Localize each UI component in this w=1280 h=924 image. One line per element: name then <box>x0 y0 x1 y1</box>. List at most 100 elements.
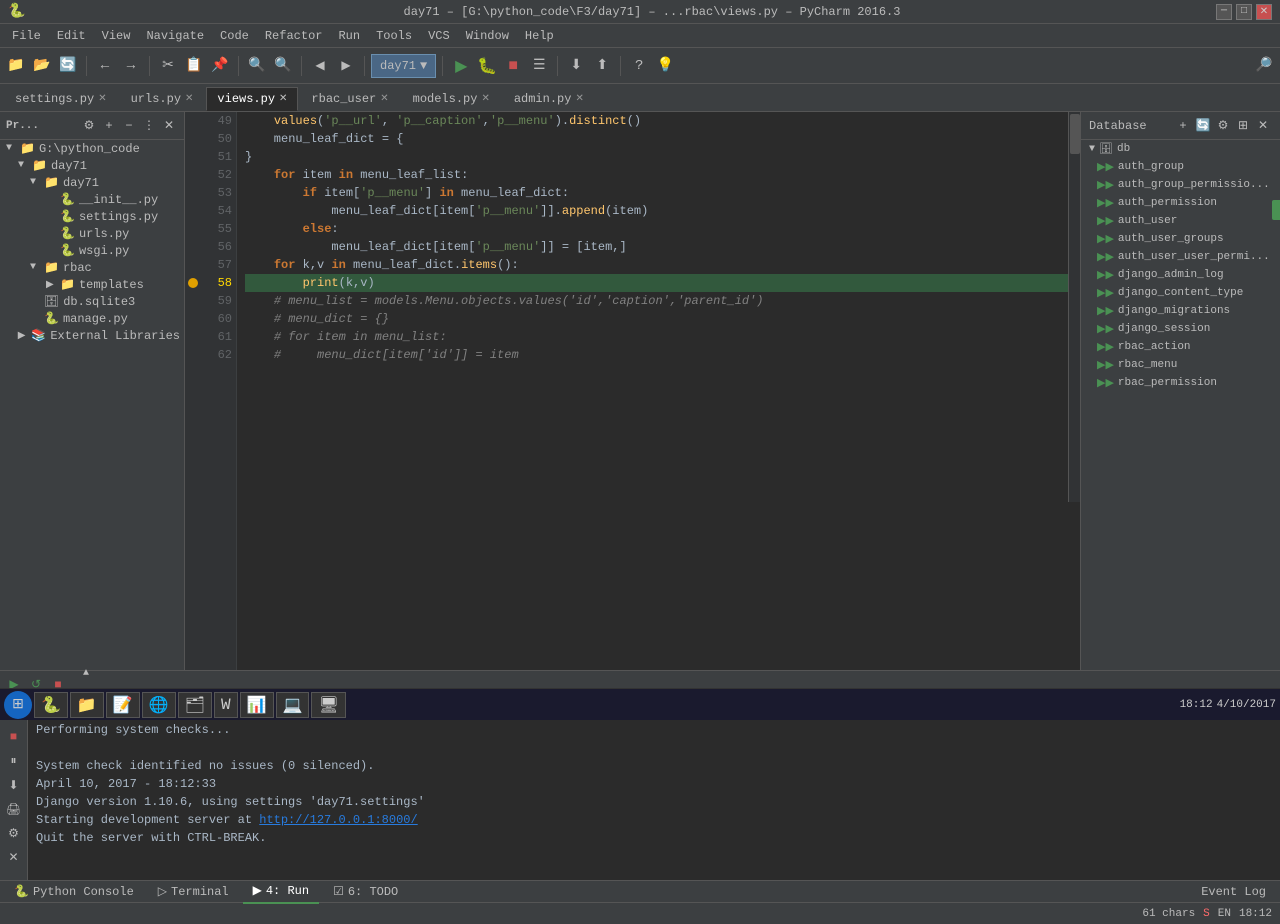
tab-urls[interactable]: urls.py ✕ <box>120 87 205 111</box>
taskbar-word-btn[interactable]: W <box>214 692 238 718</box>
db-item-rbac-permission[interactable]: ▶▶ rbac_permission <box>1081 374 1280 392</box>
sidebar-item-rbac[interactable]: ▼ 📁 rbac <box>0 259 184 276</box>
tab-admin[interactable]: admin.py ✕ <box>503 87 595 111</box>
menu-item-run[interactable]: Run <box>330 27 368 45</box>
toolbar-search-btn[interactable]: 🔍 <box>245 54 269 78</box>
db-item-auth-group-perm[interactable]: ▶▶ auth_group_permissio... <box>1081 176 1280 194</box>
console-link-server[interactable]: http://127.0.0.1:8000/ <box>259 813 417 827</box>
db-close-btn[interactable]: ✕ <box>1254 117 1272 135</box>
sidebar-item-db[interactable]: 🗄 db.sqlite3 <box>0 293 184 310</box>
bottom-tab-terminal[interactable]: ▷ Terminal <box>148 880 239 903</box>
side-close-btn[interactable]: ✕ <box>4 847 24 867</box>
sidebar-item-day71[interactable]: ▼ 📁 day71 <box>0 157 184 174</box>
db-item-rbac-menu[interactable]: ▶▶ rbac_menu <box>1081 356 1280 374</box>
toolbar-project-view-btn[interactable]: 📁 <box>4 54 28 78</box>
menu-item-file[interactable]: File <box>4 27 49 45</box>
minimize-button[interactable]: ─ <box>1216 4 1232 20</box>
sidebar-item-ext-libs[interactable]: ▶ 📚 External Libraries <box>0 327 184 344</box>
taskbar-app2-btn[interactable]: 💻 <box>276 692 310 718</box>
bottom-tab-run[interactable]: ▶ 4: Run <box>243 879 319 904</box>
db-item-django-session[interactable]: ▶▶ django_session <box>1081 320 1280 338</box>
menu-item-edit[interactable]: Edit <box>49 27 94 45</box>
taskbar-start-btn[interactable]: ⊞ <box>4 691 32 719</box>
menu-item-view[interactable]: View <box>94 27 139 45</box>
toolbar-cut-btn[interactable]: ✂ <box>156 54 180 78</box>
toolbar-nav-fwd-btn[interactable]: ▶ <box>334 54 358 78</box>
sidebar-item-settings[interactable]: 🐍 settings.py <box>0 208 184 225</box>
sidebar-close-btn[interactable]: ✕ <box>160 117 178 135</box>
taskbar-files-btn[interactable]: 🗂 <box>178 692 212 718</box>
db-item-django-admin-log[interactable]: ▶▶ django_admin_log <box>1081 266 1280 284</box>
bottom-tab-python-console[interactable]: 🐍 Python Console <box>4 880 144 903</box>
tab-models[interactable]: models.py ✕ <box>402 87 501 111</box>
bottom-tab-todo[interactable]: ☑ 6: TODO <box>323 880 408 903</box>
toolbar-sync-btn[interactable]: 🔄 <box>56 54 80 78</box>
sidebar-minus-btn[interactable]: − <box>120 117 138 135</box>
sidebar-item-root[interactable]: ▼ 📁 G:\python_code <box>0 140 184 157</box>
db-item-db[interactable]: ▼ 🗄 db <box>1081 140 1280 158</box>
toolbar-run-btn[interactable]: ▶ <box>449 54 473 78</box>
db-refresh-btn[interactable]: 🔄 <box>1194 117 1212 135</box>
sidebar-plus-btn[interactable]: + <box>100 117 118 135</box>
db-layout-btn[interactable]: ⊞ <box>1234 117 1252 135</box>
db-item-django-content[interactable]: ▶▶ django_content_type <box>1081 284 1280 302</box>
db-item-auth-user[interactable]: ▶▶ auth_user <box>1081 212 1280 230</box>
taskbar-folder-btn[interactable]: 📁 <box>70 692 104 718</box>
editor-scrollbar[interactable] <box>1068 112 1080 502</box>
sidebar-settings-btn[interactable]: ⋮ <box>140 117 158 135</box>
db-item-auth-user-permi[interactable]: ▶▶ auth_user_user_permi... <box>1081 248 1280 266</box>
project-selector[interactable]: day71 ▼ <box>371 54 436 78</box>
toolbar-paste-btn[interactable]: 📌 <box>208 54 232 78</box>
sidebar-item-wsgi[interactable]: 🐍 wsgi.py <box>0 242 184 259</box>
taskbar-notepad-btn[interactable]: 📝 <box>106 692 140 718</box>
toolbar-search-everywhere-btn[interactable]: 🔎 <box>1252 54 1276 78</box>
tab-views-close[interactable]: ✕ <box>279 93 287 105</box>
code-area[interactable]: 49 50 51 52 53 54 55 56 57 58 59 60 61 6… <box>185 112 1080 670</box>
sidebar-item-urls[interactable]: 🐍 urls.py <box>0 225 184 242</box>
tab-urls-close[interactable]: ✕ <box>185 93 193 105</box>
menu-item-window[interactable]: Window <box>458 27 517 45</box>
menu-item-refactor[interactable]: Refactor <box>257 27 331 45</box>
taskbar-app3-btn[interactable]: 🖥 <box>311 692 345 718</box>
taskbar-chrome-btn[interactable]: 🌐 <box>142 692 176 718</box>
toolbar-debug-btn[interactable]: 🐛 <box>475 54 499 78</box>
db-item-rbac-action[interactable]: ▶▶ rbac_action <box>1081 338 1280 356</box>
tab-views[interactable]: views.py ✕ <box>206 87 298 111</box>
toolbar-vcs-commit-btn[interactable]: ⬆ <box>590 54 614 78</box>
side-print-btn[interactable]: 🖨 <box>4 799 24 819</box>
toolbar-open-btn[interactable]: 📂 <box>30 54 54 78</box>
toolbar-undo-btn[interactable]: ← <box>93 54 117 78</box>
sidebar-item-init[interactable]: 🐍 __init__.py <box>0 191 184 208</box>
tab-models-close[interactable]: ✕ <box>481 93 489 105</box>
toolbar-stop-btn[interactable]: ■ <box>501 54 525 78</box>
menu-item-help[interactable]: Help <box>517 27 562 45</box>
toolbar-redo-btn[interactable]: → <box>119 54 143 78</box>
event-log-btn[interactable]: Event Log <box>1191 881 1276 903</box>
tab-admin-close[interactable]: ✕ <box>575 93 583 105</box>
menu-item-vcs[interactable]: VCS <box>420 27 458 45</box>
side-settings-btn[interactable]: ⚙ <box>4 823 24 843</box>
taskbar-pycharm-btn[interactable]: 🐍 <box>34 692 68 718</box>
db-item-django-migrations[interactable]: ▶▶ django_migrations <box>1081 302 1280 320</box>
toolbar-vcs-update-btn[interactable]: ⬇ <box>564 54 588 78</box>
side-pause-btn[interactable]: ⏸ <box>4 751 24 771</box>
tab-rbac-user-close[interactable]: ✕ <box>380 93 388 105</box>
taskbar-app1-btn[interactable]: 📊 <box>240 692 274 718</box>
sidebar-item-templates[interactable]: ▶ 📁 templates <box>0 276 184 293</box>
code-content[interactable]: values('p__url', 'p__caption','p__menu')… <box>237 112 1080 670</box>
toolbar-coverage-btn[interactable]: ☰ <box>527 54 551 78</box>
db-item-auth-user-groups[interactable]: ▶▶ auth_user_groups <box>1081 230 1280 248</box>
tab-settings-close[interactable]: ✕ <box>98 93 106 105</box>
db-settings-btn[interactable]: ⚙ <box>1214 117 1232 135</box>
toolbar-nav-back-btn[interactable]: ◀ <box>308 54 332 78</box>
toolbar-copy-btn[interactable]: 📋 <box>182 54 206 78</box>
db-item-auth-group[interactable]: ▶▶ auth_group <box>1081 158 1280 176</box>
sidebar-gear-btn[interactable]: ⚙ <box>80 117 98 135</box>
bottom-scroll-up-btn[interactable]: ▲ <box>76 664 96 684</box>
toolbar-replace-btn[interactable]: 🔍 <box>271 54 295 78</box>
tab-settings[interactable]: settings.py ✕ <box>4 87 118 111</box>
toolbar-tips-btn[interactable]: 💡 <box>653 54 677 78</box>
tab-rbac-user[interactable]: rbac_user ✕ <box>300 87 399 111</box>
menu-item-code[interactable]: Code <box>212 27 257 45</box>
close-button[interactable]: ✕ <box>1256 4 1272 20</box>
